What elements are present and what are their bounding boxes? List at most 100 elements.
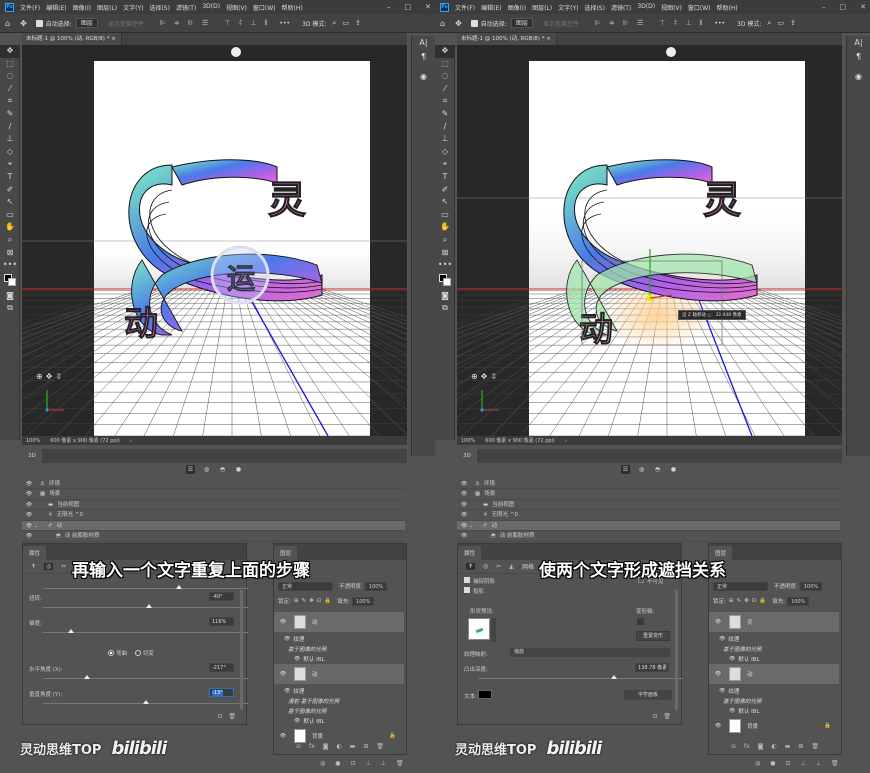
tool-button[interactable]: ⊥ — [435, 133, 455, 146]
cast-shadows-checkbox[interactable]: 投影 — [464, 587, 484, 595]
eye-icon[interactable]: 👁 — [24, 521, 34, 531]
eye-icon[interactable]: 👁 — [459, 531, 469, 541]
layer-row[interactable]: 👁 背景 🔒 — [709, 716, 839, 736]
effect-visibility-icon[interactable]: 👁 — [294, 656, 300, 662]
eye-icon[interactable]: 👁 — [459, 510, 469, 520]
layer-visibility-icon[interactable]: 👁 — [713, 723, 723, 729]
link-layers-icon[interactable]: ⊖ — [731, 743, 736, 750]
radio-option[interactable]: 切变 — [135, 649, 154, 657]
scene-row[interactable]: 👁 ✳ 无限光 ^0 — [22, 511, 405, 521]
scene-row[interactable]: 👁 ▦ 场景 — [457, 490, 840, 500]
screen-mode-icon[interactable]: ⧉ — [435, 302, 455, 315]
menu-item[interactable]: 窗口(W) — [688, 3, 711, 12]
tool-button[interactable]: ⊥ — [0, 133, 20, 146]
property-value-field[interactable]: 116% — [209, 617, 234, 626]
layer-effect-row[interactable]: 👁 默认 IBL — [709, 654, 839, 664]
blend-mode-dropdown[interactable]: 正常 — [713, 581, 768, 591]
eye-icon[interactable]: 👁 — [459, 500, 469, 510]
scene-row[interactable]: 👁 ▬ 当前视图 — [457, 500, 840, 510]
tool-button[interactable]: ✋ — [435, 221, 455, 234]
tool-button[interactable]: ✐ — [435, 184, 455, 197]
menu-item[interactable]: 选择(S) — [149, 3, 170, 12]
more-options-button[interactable]: ••• — [714, 20, 725, 27]
effect-visibility-icon[interactable]: 👁 — [284, 688, 290, 694]
screen-mode-icon[interactable]: ⧉ — [0, 302, 20, 315]
properties-mode-icon[interactable]: ↟ — [31, 563, 36, 570]
render-icon[interactable]: ⊡ — [351, 760, 356, 767]
radio-unchecked[interactable] — [135, 650, 142, 656]
properties-scrollbar[interactable] — [240, 590, 243, 710]
tool-button[interactable]: ⁄ — [0, 83, 20, 96]
home-icon[interactable]: ⌂ — [440, 19, 445, 28]
extrusion-depth-field[interactable]: 138.78 像素 — [635, 663, 669, 672]
menu-item[interactable]: 视图(V) — [226, 3, 247, 12]
layer-effect-row[interactable]: 👁 默认 IBL — [709, 706, 839, 716]
workspace-icon[interactable]: ▭ — [777, 19, 784, 27]
slider-thumb[interactable] — [84, 675, 90, 679]
tool-button[interactable]: ◌ — [435, 70, 455, 83]
link-layers-icon[interactable]: ⊖ — [296, 743, 301, 750]
character-panel-button[interactable]: 字符面板 — [624, 690, 672, 700]
3d-filter-icon[interactable]: ◍ — [637, 465, 646, 474]
canvas[interactable]: 灵动 运 ⊕ ✥ ⇳ — [22, 45, 407, 436]
more-options-button[interactable]: ••• — [279, 20, 290, 27]
close-tab-icon[interactable]: × — [546, 36, 551, 42]
add-mask-icon[interactable]: ◙ — [758, 743, 764, 750]
property-value-field[interactable]: -217° — [209, 663, 234, 672]
eye-icon[interactable]: 👁 — [24, 500, 34, 510]
menu-item[interactable]: 3D(D) — [637, 3, 655, 12]
lock-icons[interactable]: ⊞✎✥⊡🔒 — [729, 598, 769, 604]
properties-mode-icon[interactable]: ◭ — [509, 563, 514, 570]
background-color[interactable] — [443, 277, 451, 286]
properties-mode-icon[interactable]: ✂ — [496, 563, 501, 570]
menu-item[interactable]: 文字(Y) — [558, 3, 578, 12]
tool-button[interactable]: ⌗ — [435, 95, 455, 108]
tool-button[interactable]: ✎ — [435, 108, 455, 121]
scene-row[interactable]: 👁 ⌄ ✐ 动 — [22, 521, 405, 531]
menu-item[interactable]: 窗口(W) — [253, 3, 276, 12]
minimize-button[interactable]: – — [822, 3, 826, 11]
menu-item[interactable]: 文件(F) — [455, 3, 475, 12]
close-button[interactable]: ✕ — [425, 3, 431, 11]
new-group-icon[interactable]: ▬ — [785, 743, 791, 750]
tool-button[interactable]: ▭ — [435, 209, 455, 222]
text-color-swatch[interactable] — [478, 690, 492, 699]
quick-mask-icon[interactable]: ◙ — [0, 290, 20, 303]
scene-row[interactable]: 👁 ✳ 无限光 ^0 — [457, 511, 840, 521]
menu-item[interactable]: 图层(L) — [532, 3, 552, 12]
layer-row[interactable]: 👁 动 — [274, 664, 404, 684]
3d-viewport[interactable]: 灵动 运 — [22, 45, 407, 436]
search-icon[interactable]: ⌕ — [332, 19, 336, 28]
paragraph-panel-icon[interactable]: ¶ — [412, 50, 435, 64]
tool-button[interactable]: ⌖ — [0, 158, 20, 171]
search-icon[interactable]: ⌕ — [767, 19, 771, 28]
menu-item[interactable]: 编辑(E) — [46, 3, 66, 12]
properties-mode-icon[interactable]: ◎ — [483, 563, 488, 570]
delete-icon[interactable]: 🗑 — [228, 713, 236, 720]
layer-effect-row[interactable]: 👁 默认 IBL — [274, 654, 404, 664]
radio-option[interactable]: 弯曲 — [108, 649, 127, 657]
close-button[interactable]: ✕ — [860, 3, 866, 11]
3d-filter-icon[interactable]: ● — [669, 465, 678, 474]
mesh-label[interactable]: 网格 — [522, 562, 534, 571]
3d-filter-icon[interactable]: ◍ — [202, 465, 211, 474]
light-icon[interactable]: ● — [770, 760, 775, 767]
new-layer-icon[interactable]: ⊞ — [363, 743, 368, 750]
deform-axis-widget[interactable] — [636, 617, 645, 626]
ground-icon[interactable]: ⊥ — [801, 760, 806, 767]
render-icon[interactable]: ⊡ — [217, 713, 222, 720]
tool-button[interactable]: ⬚ — [435, 58, 455, 71]
layer-effect-row[interactable]: 基于图像的光照 — [709, 696, 839, 706]
canvas[interactable]: 灵动+⊕✥⇳沿 Z 轴移动 △：32.448 像素 — [457, 45, 842, 436]
tab-properties[interactable]: 属性 — [458, 546, 482, 560]
pan-camera-icon[interactable]: ✥ — [46, 372, 53, 381]
dolly-camera-icon[interactable]: ⇳ — [55, 372, 62, 381]
slider-thumb[interactable] — [611, 675, 618, 679]
move-tool-icon[interactable]: ✥ — [455, 19, 462, 28]
dolly-camera-icon[interactable]: ⇳ — [490, 372, 497, 381]
tool-button[interactable]: ◇ — [0, 146, 20, 159]
align-buttons[interactable]: ⊫ ≑ ⊪ ☰ ⊤ ⫩ ⊥ ⫴ — [160, 19, 268, 28]
effect-visibility-icon[interactable]: 👁 — [719, 636, 725, 642]
menu-item[interactable]: 选择(S) — [584, 3, 605, 12]
properties-mode-icon[interactable]: ◎ — [44, 563, 54, 570]
